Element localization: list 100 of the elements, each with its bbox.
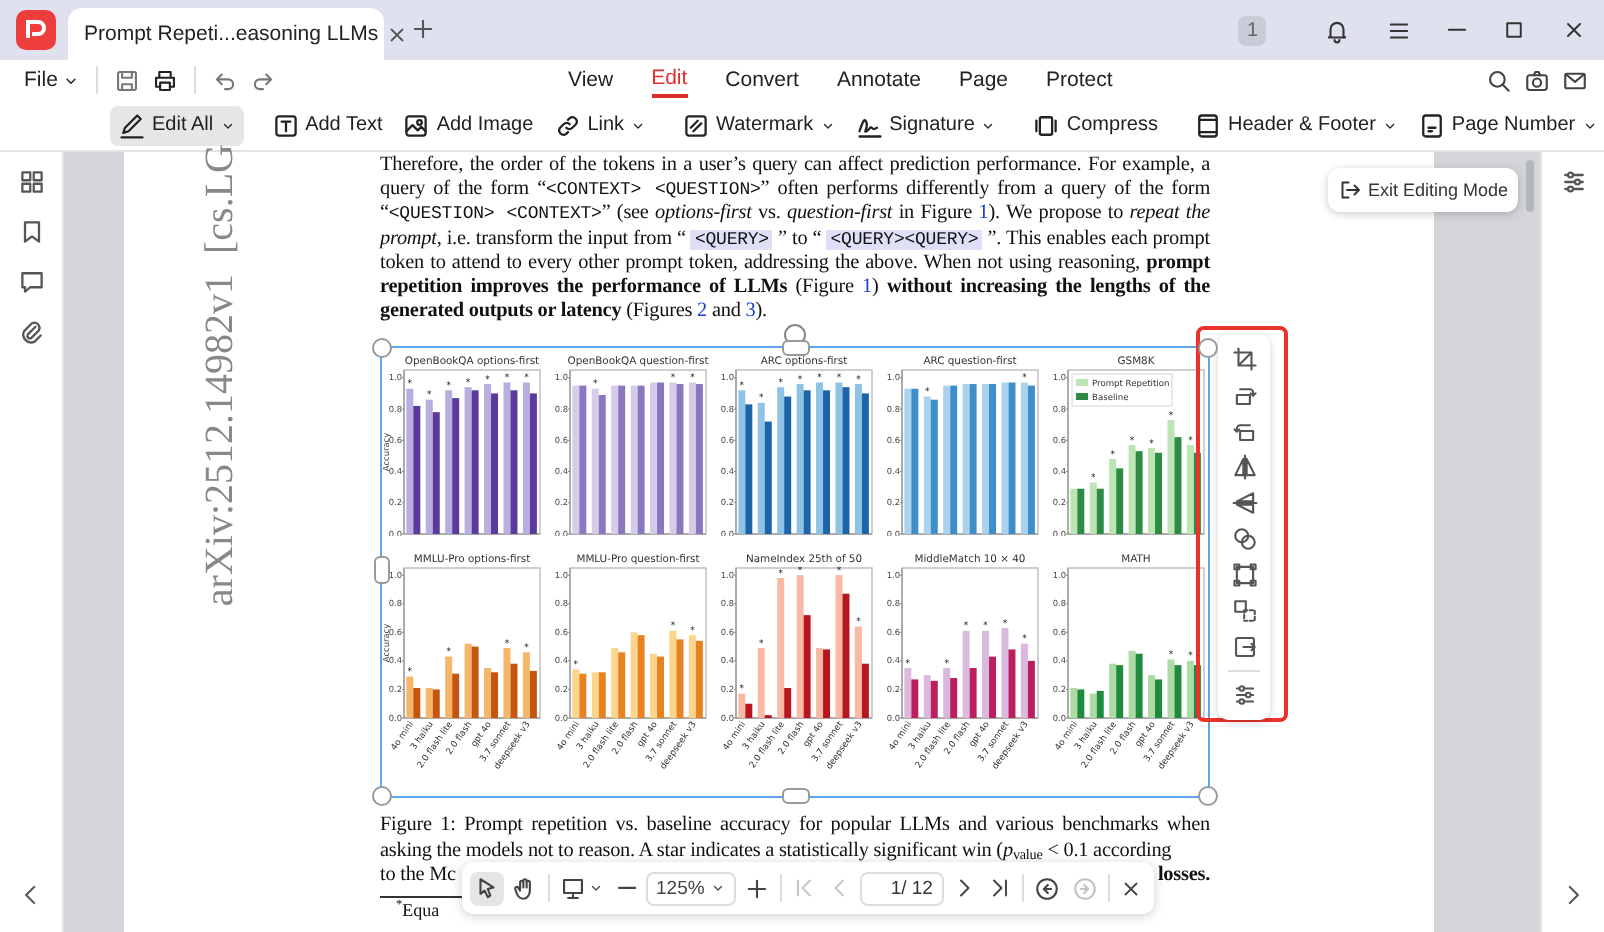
menu-tab[interactable]: Convert xyxy=(725,60,799,100)
crop-icon xyxy=(1231,346,1257,372)
rotate-left-button[interactable] xyxy=(1231,418,1257,444)
body-paragraph: Therefore, the order of the tokens in a user’s query can affect prediction performance. For example, a query of the form “<CONTEXT> <QUESTION>” often performs differently from a query of the form “<QUESTION> <CONTEXT>” (see options-first vs. question-first in Figure 1). We propose to repeat the prompt, i.e. transform the input from “ <QUERY> ” to “ <QUERY><QUERY> ”. This enables each prompt token to attend to every other prompt token, addressing the above. When not using reasoning, prompt repetition improves the performance of LLMs (Figure 1) without increasing the lengths of the generated outputs or latency (Figures 2 and 3). xyxy=(380,154,1210,323)
mail-icon xyxy=(1562,67,1588,93)
plus-icon xyxy=(744,875,771,901)
resize-handle[interactable] xyxy=(1198,338,1218,359)
thumbnails-button[interactable] xyxy=(17,168,45,196)
undo-button[interactable] xyxy=(211,67,238,93)
resize-handle[interactable] xyxy=(1198,786,1218,807)
menu-tab[interactable]: Annotate xyxy=(836,60,921,100)
toolbar-button[interactable]: Compress xyxy=(1024,105,1166,145)
figure-link[interactable]: 3 xyxy=(745,299,756,322)
figure-link[interactable]: 1 xyxy=(978,202,989,225)
app-logo-icon xyxy=(16,10,56,50)
page-icon xyxy=(1417,111,1446,139)
settings-button[interactable] xyxy=(1231,682,1257,708)
properties-button[interactable] xyxy=(1559,168,1587,196)
frame-button[interactable] xyxy=(1231,562,1257,588)
resize-handle[interactable] xyxy=(374,556,390,585)
export-button[interactable] xyxy=(1231,634,1257,660)
resize-handle[interactable] xyxy=(372,338,392,359)
redo-button[interactable] xyxy=(249,67,276,93)
replace-button[interactable] xyxy=(1231,598,1257,624)
rotate-right-button[interactable] xyxy=(1231,382,1257,408)
resize-handle[interactable] xyxy=(372,786,392,807)
toolbar-button[interactable]: Signature xyxy=(847,105,1005,145)
rotate-icon xyxy=(1231,382,1257,408)
cursor-icon xyxy=(474,875,500,901)
menu-icon xyxy=(1386,17,1412,43)
toolbar-button[interactable]: Link xyxy=(545,105,655,145)
crop-button[interactable] xyxy=(1231,346,1257,372)
x-axis xyxy=(569,533,707,535)
arxiv-identifier: arXiv:2512.14982v1 [cs.LG xyxy=(198,144,244,607)
menu-tab[interactable]: Page xyxy=(958,60,1009,100)
menu-tab[interactable]: Edit xyxy=(651,62,688,98)
x-axis xyxy=(735,717,873,719)
resize-handle[interactable] xyxy=(782,788,810,805)
redo-icon xyxy=(249,67,276,93)
select-tool-button[interactable] xyxy=(470,871,504,905)
plus-icon xyxy=(410,16,436,42)
compress-icon xyxy=(1032,111,1061,139)
toolbar-button[interactable]: Add Text xyxy=(263,105,391,145)
caret-icon xyxy=(588,880,604,896)
toolbar-button[interactable]: Add Image xyxy=(394,105,542,145)
page-layout-icon xyxy=(1193,111,1222,139)
search-button[interactable] xyxy=(1486,67,1512,93)
camera-icon xyxy=(1524,67,1550,93)
first-page-icon xyxy=(792,876,817,900)
notification-count[interactable]: 1 xyxy=(1238,15,1266,45)
caret-icon xyxy=(710,880,727,896)
comments-button[interactable] xyxy=(17,268,45,296)
toolbar-button[interactable]: Page Number xyxy=(1409,105,1604,145)
maximize-icon xyxy=(1502,18,1526,42)
watermark-icon xyxy=(682,111,711,139)
sliders-icon xyxy=(1559,168,1587,196)
zoom-dropdown[interactable]: 125% xyxy=(646,871,737,905)
comment-icon xyxy=(17,268,45,296)
x-axis xyxy=(1067,533,1205,535)
print-icon xyxy=(151,67,178,93)
flip-vertical-button[interactable] xyxy=(1231,490,1257,516)
figure-link[interactable]: 2 xyxy=(697,299,708,322)
exit-editing-button[interactable]: Exit Editing Mode xyxy=(1328,168,1519,212)
x-axis xyxy=(403,717,541,719)
close-icon xyxy=(1562,18,1586,42)
x-axis xyxy=(901,533,1039,535)
flip-horizontal-button[interactable] xyxy=(1231,454,1257,480)
figure-link[interactable]: 1 xyxy=(862,275,873,298)
toolbar-button[interactable]: Edit All xyxy=(110,105,244,145)
page-field[interactable]: 1/ 12 xyxy=(860,871,945,905)
menu-tab[interactable]: View xyxy=(568,60,614,100)
save-button[interactable] xyxy=(113,67,140,93)
frame-icon xyxy=(1231,562,1257,588)
image-icon xyxy=(402,111,431,139)
pen-icon xyxy=(118,111,146,139)
screenshot-button[interactable] xyxy=(1524,67,1550,93)
toolbar-button[interactable]: Header & Footer xyxy=(1185,105,1406,145)
last-page-icon xyxy=(988,876,1013,900)
minus-icon xyxy=(617,886,637,890)
sliders-icon xyxy=(1231,682,1257,708)
close-tab-button[interactable] xyxy=(386,23,409,45)
toolbar-button[interactable]: Watermark xyxy=(674,105,844,145)
shapes-button[interactable] xyxy=(1231,526,1257,552)
flip-icon xyxy=(1231,490,1257,516)
resize-handle[interactable] xyxy=(782,340,810,357)
flip-icon xyxy=(1231,454,1257,480)
print-button[interactable] xyxy=(151,67,178,93)
search-icon xyxy=(1486,67,1512,93)
forward-icon xyxy=(1072,875,1099,901)
close-icon xyxy=(1120,877,1143,899)
x-axis xyxy=(901,717,1039,719)
mail-button[interactable] xyxy=(1562,67,1588,93)
exit-icon xyxy=(1338,178,1362,202)
file-menu[interactable]: File xyxy=(24,68,80,92)
attachments-button[interactable] xyxy=(17,318,45,346)
x-axis xyxy=(735,533,873,535)
footnote: $^{*}$Equa xyxy=(396,900,442,921)
menu-tab[interactable]: Protect xyxy=(1046,60,1113,100)
bell-icon xyxy=(1324,17,1350,43)
monitor-icon xyxy=(560,875,586,901)
